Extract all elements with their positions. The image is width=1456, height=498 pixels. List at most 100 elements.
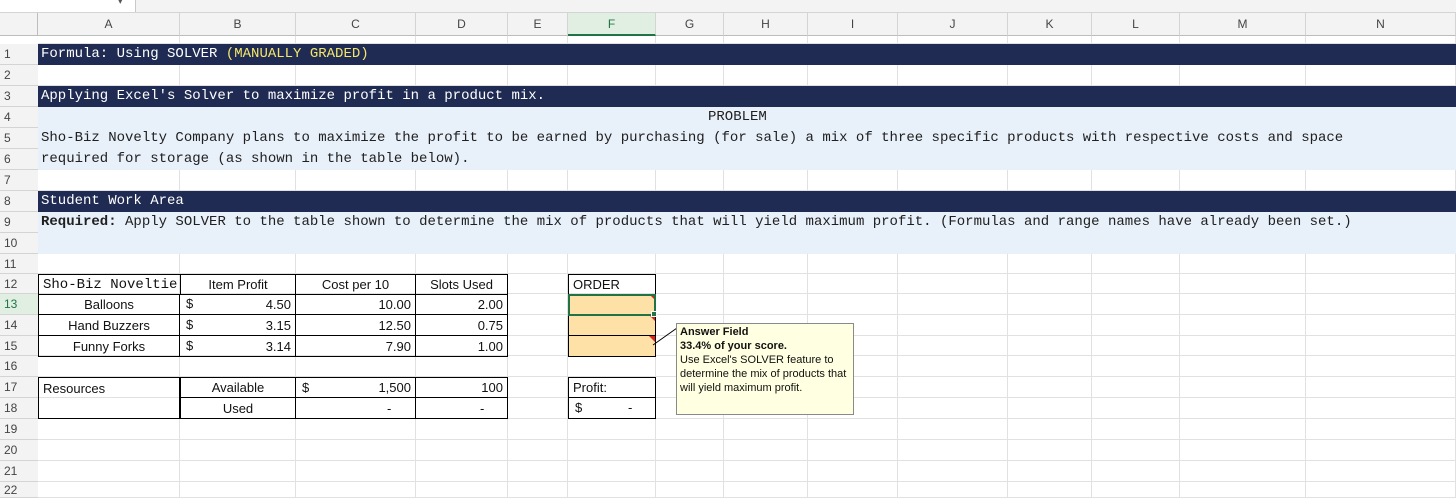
product-name[interactable]: Balloons [38, 294, 180, 315]
header-cost-per-10[interactable]: Cost per 10 [296, 274, 416, 295]
comment-text: Use Excel's SOLVER feature to determine … [680, 354, 847, 394]
problem-line-1: Sho-Biz Novelty Company plans to maximiz… [41, 130, 1344, 146]
product-profit[interactable]: $3.15 [180, 315, 296, 336]
column-header-a[interactable]: A [38, 13, 180, 36]
row-header-3[interactable]: 3 [0, 86, 38, 107]
profit-value: 4.50 [265, 296, 291, 312]
header-order[interactable]: ORDER [568, 274, 656, 295]
currency-symbol: $ [186, 296, 194, 311]
manually-graded-tag: (MANUALLY GRADED) [225, 46, 369, 62]
required-label: Required: [41, 214, 117, 230]
spreadsheet: ▾ A B C D E F G H I J K L M N 1 2 3 4 5 6 7 8 9 10 11 12 13 14 15 16 1… [0, 0, 1456, 498]
row-header-18[interactable]: 18 [0, 398, 38, 419]
product-profit[interactable]: $3.14 [180, 336, 296, 357]
column-header-j[interactable]: J [898, 13, 1008, 36]
work-area-band [38, 191, 1456, 212]
resources-label[interactable]: Resources [38, 377, 180, 419]
required-text: Required: Apply SOLVER to the table show… [41, 214, 1352, 230]
row-header-5[interactable]: 5 [0, 128, 38, 149]
column-header-m[interactable]: M [1180, 13, 1306, 36]
table-title[interactable]: Sho-Biz Noveltie [38, 274, 180, 295]
currency-symbol: $ [186, 317, 194, 332]
row-header-19[interactable]: 19 [0, 419, 38, 440]
row-header-13[interactable]: 13 [0, 294, 38, 315]
used-slots[interactable]: - [416, 398, 508, 419]
fill-handle[interactable] [651, 311, 657, 317]
used-label[interactable]: Used [180, 398, 296, 419]
column-header-l[interactable]: L [1092, 13, 1180, 36]
column-header-k[interactable]: K [1008, 13, 1092, 36]
grid-row-line [38, 460, 1456, 461]
product-name[interactable]: Hand Buzzers [38, 315, 180, 336]
column-header-c[interactable]: C [296, 13, 416, 36]
header-slots-used[interactable]: Slots Used [416, 274, 508, 295]
used-cost[interactable]: - [296, 398, 416, 419]
row-header-7[interactable]: 7 [0, 170, 38, 191]
product-cost[interactable]: 7.90 [296, 336, 416, 357]
profit-currency: $ [575, 400, 583, 415]
available-label[interactable]: Available [180, 377, 296, 398]
grid-row-line [38, 439, 1456, 440]
column-header-i[interactable]: I [808, 13, 898, 36]
row-header-4[interactable]: 4 [0, 107, 38, 128]
product-slots[interactable]: 0.75 [416, 315, 508, 336]
product-cost[interactable]: 10.00 [296, 294, 416, 315]
product-slots[interactable]: 1.00 [416, 336, 508, 357]
column-header-d[interactable]: D [416, 13, 508, 36]
row-header-20[interactable]: 20 [0, 440, 38, 461]
formula-title: Formula: Using SOLVER (MANUALLY GRADED) [41, 46, 369, 62]
order-input-cell[interactable] [568, 336, 656, 357]
grid-row-line [38, 481, 1456, 482]
product-slots[interactable]: 2.00 [416, 294, 508, 315]
row-header-11[interactable]: 11 [0, 254, 38, 274]
row-header-9[interactable]: 9 [0, 212, 38, 233]
name-box-dropdown-icon[interactable]: ▾ [118, 0, 123, 7]
column-header-h[interactable]: H [724, 13, 808, 36]
product-name[interactable]: Funny Forks [38, 336, 180, 357]
profit-value: 3.15 [265, 317, 291, 333]
row-header-12[interactable]: 12 [0, 274, 38, 294]
order-input-cell[interactable] [568, 315, 656, 336]
profit-value: - [628, 400, 633, 415]
profit-value-cell[interactable]: $ - [568, 398, 656, 419]
active-cell-outline[interactable] [568, 294, 656, 316]
row-header-16[interactable]: 16 [0, 356, 38, 377]
available-cost-currency: $ [302, 380, 310, 395]
row-header-2[interactable]: 2 [0, 65, 38, 86]
formula-bar-strip: ▾ [0, 0, 1456, 13]
column-header-b[interactable]: B [180, 13, 296, 36]
comment-title: Answer Field [680, 326, 749, 338]
row-header-17[interactable]: 17 [0, 377, 38, 398]
row-header-6[interactable]: 6 [0, 149, 38, 170]
header-item-profit[interactable]: Item Profit [180, 274, 296, 295]
available-slots[interactable]: 100 [416, 377, 508, 398]
row-header-14[interactable]: 14 [0, 315, 38, 336]
problem-line-2: required for storage (as shown in the ta… [41, 151, 470, 167]
problem-title: PROBLEM [708, 109, 767, 125]
available-cost-value: 1,500 [378, 380, 411, 395]
product-profit[interactable]: $4.50 [180, 294, 296, 315]
comment-score: 33.4% of your score. [680, 340, 787, 352]
row-header-21[interactable]: 21 [0, 461, 38, 482]
row-header-1[interactable]: 1 [0, 44, 38, 65]
name-box[interactable] [0, 0, 136, 12]
row-header-15[interactable]: 15 [0, 336, 38, 356]
available-cost[interactable]: $ 1,500 [296, 377, 416, 398]
formula-title-text: Formula: Using SOLVER [41, 46, 226, 62]
product-cost[interactable]: 12.50 [296, 315, 416, 336]
required-body: Apply SOLVER to the table shown to deter… [116, 214, 1352, 230]
column-header-n[interactable]: N [1306, 13, 1456, 36]
column-header-e[interactable]: E [508, 13, 568, 36]
select-all-corner[interactable] [0, 13, 38, 36]
row-header-8[interactable]: 8 [0, 191, 38, 212]
comment-note[interactable]: Answer Field 33.4% of your score. Use Ex… [676, 323, 854, 415]
row-header-10[interactable]: 10 [0, 233, 38, 254]
column-header-g[interactable]: G [656, 13, 724, 36]
column-header-f[interactable]: F [568, 13, 656, 36]
currency-symbol: $ [186, 338, 194, 353]
profit-label[interactable]: Profit: [568, 377, 656, 398]
solver-heading: Applying Excel's Solver to maximize prof… [41, 88, 546, 104]
row-header-22[interactable]: 22 [0, 482, 38, 498]
profit-value: 3.14 [265, 338, 291, 354]
work-area-heading: Student Work Area [41, 193, 184, 209]
